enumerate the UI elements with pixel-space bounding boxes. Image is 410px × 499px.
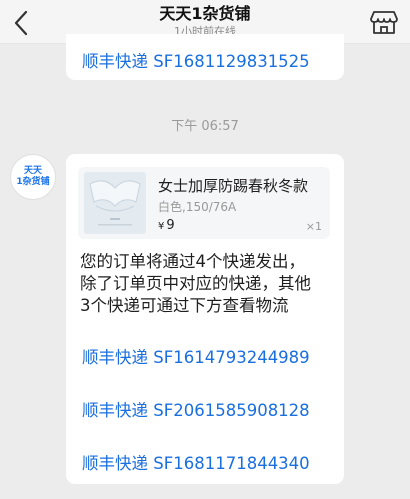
product-card[interactable]: 女士加厚防踢春秋冬款 白色,150/76A ¥9 ×1 xyxy=(78,167,330,239)
tracking-link-2[interactable]: 顺丰快递 SF2061585908128 xyxy=(82,397,310,421)
message-line: 您的订单将通过4个快递发出， xyxy=(80,252,305,271)
seller-avatar[interactable]: 天天 1杂货铺 xyxy=(10,154,56,200)
shipment-message-bubble: 女士加厚防踢春秋冬款 白色,150/76A ¥9 ×1 您的订单将通过4个快递发… xyxy=(66,154,344,484)
message-line: 除了订单页中对应的快递，其他 xyxy=(80,274,311,293)
product-thumbnail xyxy=(84,172,146,234)
tracking-link[interactable]: 顺丰快递 SF1681129831525 xyxy=(82,48,310,72)
shop-icon[interactable] xyxy=(368,8,400,36)
product-sku: 白色,150/76A xyxy=(158,200,237,214)
tracking-link-3[interactable]: 顺丰快递 SF1681171844340 xyxy=(82,450,310,474)
currency-symbol: ¥ xyxy=(158,221,165,232)
product-price: ¥9 xyxy=(158,218,175,233)
tracking-link-1[interactable]: 顺丰快递 SF1614793244989 xyxy=(82,344,310,368)
price-value: 9 xyxy=(166,218,175,233)
avatar-text-line1: 天天 xyxy=(23,166,42,176)
shipment-message-text: 您的订单将通过4个快递发出， 除了订单页中对应的快递，其他 3个快递可通过下方查… xyxy=(80,251,336,317)
product-quantity: ×1 xyxy=(305,220,322,233)
message-timestamp: 下午 06:57 xyxy=(171,119,239,134)
avatar-text-line2: 1杂货铺 xyxy=(16,177,50,187)
shop-name: 天天1杂货铺 xyxy=(159,4,251,23)
message-line: 3个快递可通过下方查看物流 xyxy=(80,296,289,315)
product-name: 女士加厚防踢春秋冬款 xyxy=(158,177,309,195)
previous-message-bubble: 顺丰快递 SF1681129831525 xyxy=(66,34,344,80)
